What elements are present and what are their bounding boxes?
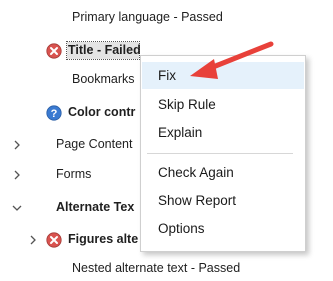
- tree-item-label: Bookmarks: [72, 72, 135, 86]
- menu-item-label: Fix: [158, 68, 176, 83]
- menu-item-skip-rule[interactable]: Skip Rule: [142, 91, 304, 118]
- tree-item-label: Forms: [56, 167, 92, 181]
- svg-text:?: ?: [51, 108, 58, 120]
- menu-item-explain[interactable]: Explain: [142, 119, 304, 146]
- menu-item-options[interactable]: Options: [142, 215, 304, 242]
- failed-icon: [46, 43, 62, 59]
- context-menu: Fix Skip Rule Explain Check Again Show R…: [140, 55, 306, 252]
- tree-item-label: Page Content: [56, 137, 133, 151]
- tree-item-nested-alt[interactable]: Nested alternate text - Passed: [0, 259, 333, 279]
- menu-item-label: Show Report: [158, 193, 237, 208]
- question-icon: ?: [46, 105, 62, 121]
- menu-separator: [147, 153, 293, 154]
- tree-item-label: Nested alternate text - Passed: [72, 261, 241, 275]
- menu-item-label: Options: [158, 221, 205, 236]
- tree-item-label: Primary language - Passed: [72, 10, 223, 24]
- menu-item-label: Check Again: [158, 165, 234, 180]
- menu-item-label: Skip Rule: [158, 97, 216, 112]
- chevron-right-icon[interactable]: [26, 233, 40, 247]
- menu-item-label: Explain: [158, 125, 203, 140]
- tree-item-primary-language[interactable]: Primary language - Passed: [0, 8, 333, 28]
- chevron-right-icon[interactable]: [10, 138, 24, 152]
- tree-item-label: Alternate Tex: [56, 200, 135, 214]
- tree-item-label: Figures alte: [68, 232, 139, 246]
- chevron-right-icon[interactable]: [10, 168, 24, 182]
- chevron-down-icon[interactable]: [10, 201, 24, 215]
- menu-item-check-again[interactable]: Check Again: [142, 159, 304, 186]
- menu-item-fix[interactable]: Fix: [142, 62, 304, 89]
- menu-item-show-report[interactable]: Show Report: [142, 187, 304, 214]
- tree-item-label: Title - Failed: [68, 43, 141, 57]
- tree-item-label: Color contr: [68, 105, 136, 119]
- failed-icon: [46, 232, 62, 248]
